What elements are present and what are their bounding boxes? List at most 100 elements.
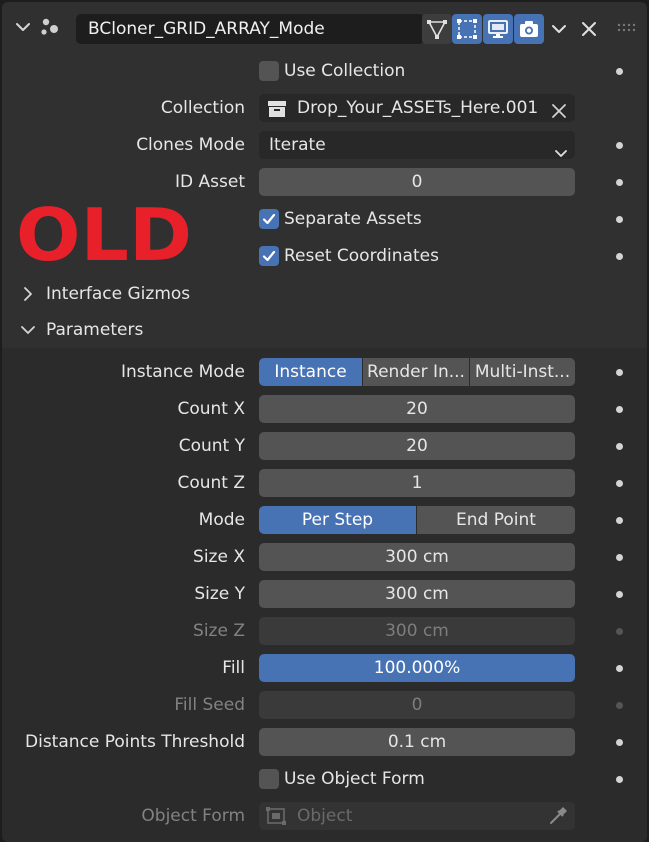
on-cage-toggle[interactable] xyxy=(452,14,482,44)
size-z-field: 300 cm xyxy=(259,617,575,645)
clones-mode-value: Iterate xyxy=(269,135,326,155)
size-y-label: Size Y xyxy=(194,584,245,604)
keyframe-dot-icon[interactable] xyxy=(616,776,623,783)
fill-row: Fill 100.000% xyxy=(2,650,647,687)
mode-option-end-point[interactable]: End Point xyxy=(417,506,575,534)
count-z-label: Count Z xyxy=(177,473,245,493)
count-y-row: Count Y 20 xyxy=(2,428,647,465)
count-z-field[interactable]: 1 xyxy=(259,469,575,497)
fill-seed-row: Fill Seed 0 xyxy=(2,687,647,724)
count-x-field[interactable]: 20 xyxy=(259,395,575,423)
size-y-row: Size Y 300 cm xyxy=(2,576,647,613)
count-x-label: Count X xyxy=(177,399,245,419)
camera-icon xyxy=(520,21,538,37)
keyframe-dot-icon[interactable] xyxy=(616,517,623,524)
keyframe-dot-icon[interactable] xyxy=(616,406,623,413)
keyframe-dot-icon[interactable] xyxy=(616,443,623,450)
fill-seed-label: Fill Seed xyxy=(174,695,245,715)
modifier-name-field[interactable]: BCloner_GRID_ARRAY_Mode xyxy=(76,14,424,44)
instance-mode-option-render[interactable]: Render In... xyxy=(363,358,469,386)
close-icon xyxy=(582,22,596,36)
count-x-row: Count X 20 xyxy=(2,391,647,428)
separate-assets-checkbox[interactable] xyxy=(259,209,279,229)
count-z-row: Count Z 1 xyxy=(2,465,647,502)
instance-mode-option-multi[interactable]: Multi-Inst... xyxy=(470,358,575,386)
keyframe-dot-icon[interactable] xyxy=(616,216,623,223)
parameters-section[interactable]: Parameters xyxy=(2,312,647,348)
mode-row: Mode Per Step End Point xyxy=(2,502,647,539)
count-y-field[interactable]: 20 xyxy=(259,432,575,460)
distance-points-threshold-row: Distance Points Threshold 0.1 cm xyxy=(2,724,647,761)
object-form-label: Object Form xyxy=(141,806,245,826)
modifier-panel: BCloner_GRID_ARRAY_Mode Use Collection C… xyxy=(2,2,647,842)
reset-coordinates-label[interactable]: Reset Coordinates xyxy=(284,238,439,275)
keyframe-dot-icon[interactable] xyxy=(616,142,623,149)
modifier-menu-dropdown[interactable] xyxy=(546,14,572,44)
render-toggle[interactable] xyxy=(514,14,544,44)
separate-assets-row: Separate Assets xyxy=(2,201,647,238)
fill-seed-field: 0 xyxy=(259,691,575,719)
geometry-nodes-icon xyxy=(38,16,64,40)
clones-mode-dropdown[interactable]: Iterate xyxy=(259,131,575,159)
reset-coordinates-row: Reset Coordinates xyxy=(2,238,647,275)
fill-slider[interactable]: 100.000% xyxy=(259,654,575,682)
chevron-down-icon xyxy=(552,25,566,33)
mode-label: Mode xyxy=(198,510,245,530)
use-object-form-checkbox[interactable] xyxy=(259,769,279,789)
mode-option-per-step[interactable]: Per Step xyxy=(259,506,416,534)
drag-handle-icon[interactable] xyxy=(616,20,636,36)
keyframe-dot-icon xyxy=(616,702,623,709)
collection-field[interactable]: Drop_Your_ASSETs_Here.001 xyxy=(259,94,575,122)
keyframe-dot-icon xyxy=(616,628,623,635)
distance-points-threshold-field[interactable]: 0.1 cm xyxy=(259,728,575,756)
clear-collection-icon[interactable] xyxy=(551,100,567,118)
id-asset-field[interactable]: 0 xyxy=(259,168,575,196)
remove-modifier-button[interactable] xyxy=(577,15,601,43)
edit-mode-icon xyxy=(427,20,447,39)
keyframe-dot-icon[interactable] xyxy=(616,68,623,75)
collection-row: Collection Drop_Your_ASSETs_Here.001 xyxy=(2,90,647,127)
chevron-down-icon xyxy=(555,140,567,157)
separate-assets-label[interactable]: Separate Assets xyxy=(284,201,422,238)
object-form-field: Object xyxy=(259,802,575,830)
keyframe-dot-icon[interactable] xyxy=(616,480,623,487)
instance-mode-option-instance[interactable]: Instance xyxy=(259,358,362,386)
keyframe-dot-icon[interactable] xyxy=(616,369,623,376)
keyframe-dot-icon[interactable] xyxy=(616,179,623,186)
object-icon xyxy=(265,806,287,826)
interface-gizmos-title: Interface Gizmos xyxy=(46,284,191,304)
use-collection-checkbox[interactable] xyxy=(259,61,279,81)
size-y-field[interactable]: 300 cm xyxy=(259,580,575,608)
keyframe-dot-icon[interactable] xyxy=(616,253,623,260)
chevron-right-icon xyxy=(20,286,36,302)
interface-gizmos-section[interactable]: Interface Gizmos xyxy=(2,276,647,312)
size-x-label: Size X xyxy=(193,547,245,567)
instance-mode-label: Instance Mode xyxy=(120,362,245,382)
instance-mode-row: Instance Mode Instance Render In... Mult… xyxy=(2,354,647,391)
size-x-row: Size X 300 cm xyxy=(2,539,647,576)
count-y-label: Count Y xyxy=(178,436,245,456)
use-object-form-label[interactable]: Use Object Form xyxy=(284,761,425,798)
checkmark-icon xyxy=(262,250,276,262)
size-x-field[interactable]: 300 cm xyxy=(259,543,575,571)
clones-mode-label: Clones Mode xyxy=(136,135,245,155)
viewport-display-toggle[interactable] xyxy=(483,14,513,44)
use-collection-label[interactable]: Use Collection xyxy=(284,53,405,90)
eyedropper-icon xyxy=(547,805,569,827)
distance-points-threshold-label: Distance Points Threshold xyxy=(25,732,245,752)
checkmark-icon xyxy=(262,213,276,225)
collection-value: Drop_Your_ASSETs_Here.001 xyxy=(297,98,539,118)
modifier-header: BCloner_GRID_ARRAY_Mode xyxy=(2,2,647,54)
keyframe-dot-icon[interactable] xyxy=(616,665,623,672)
edit-mode-toggle[interactable] xyxy=(422,14,452,44)
keyframe-dot-icon[interactable] xyxy=(616,591,623,598)
fill-label: Fill xyxy=(222,658,245,678)
object-form-row: Object Form Object xyxy=(2,798,647,835)
reset-coordinates-checkbox[interactable] xyxy=(259,246,279,266)
use-collection-row: Use Collection xyxy=(2,53,647,90)
keyframe-dot-icon[interactable] xyxy=(616,554,623,561)
collapse-arrow-icon[interactable] xyxy=(14,18,32,36)
collection-box-icon xyxy=(267,99,287,117)
keyframe-dot-icon[interactable] xyxy=(616,739,623,746)
chevron-down-icon xyxy=(20,322,36,338)
